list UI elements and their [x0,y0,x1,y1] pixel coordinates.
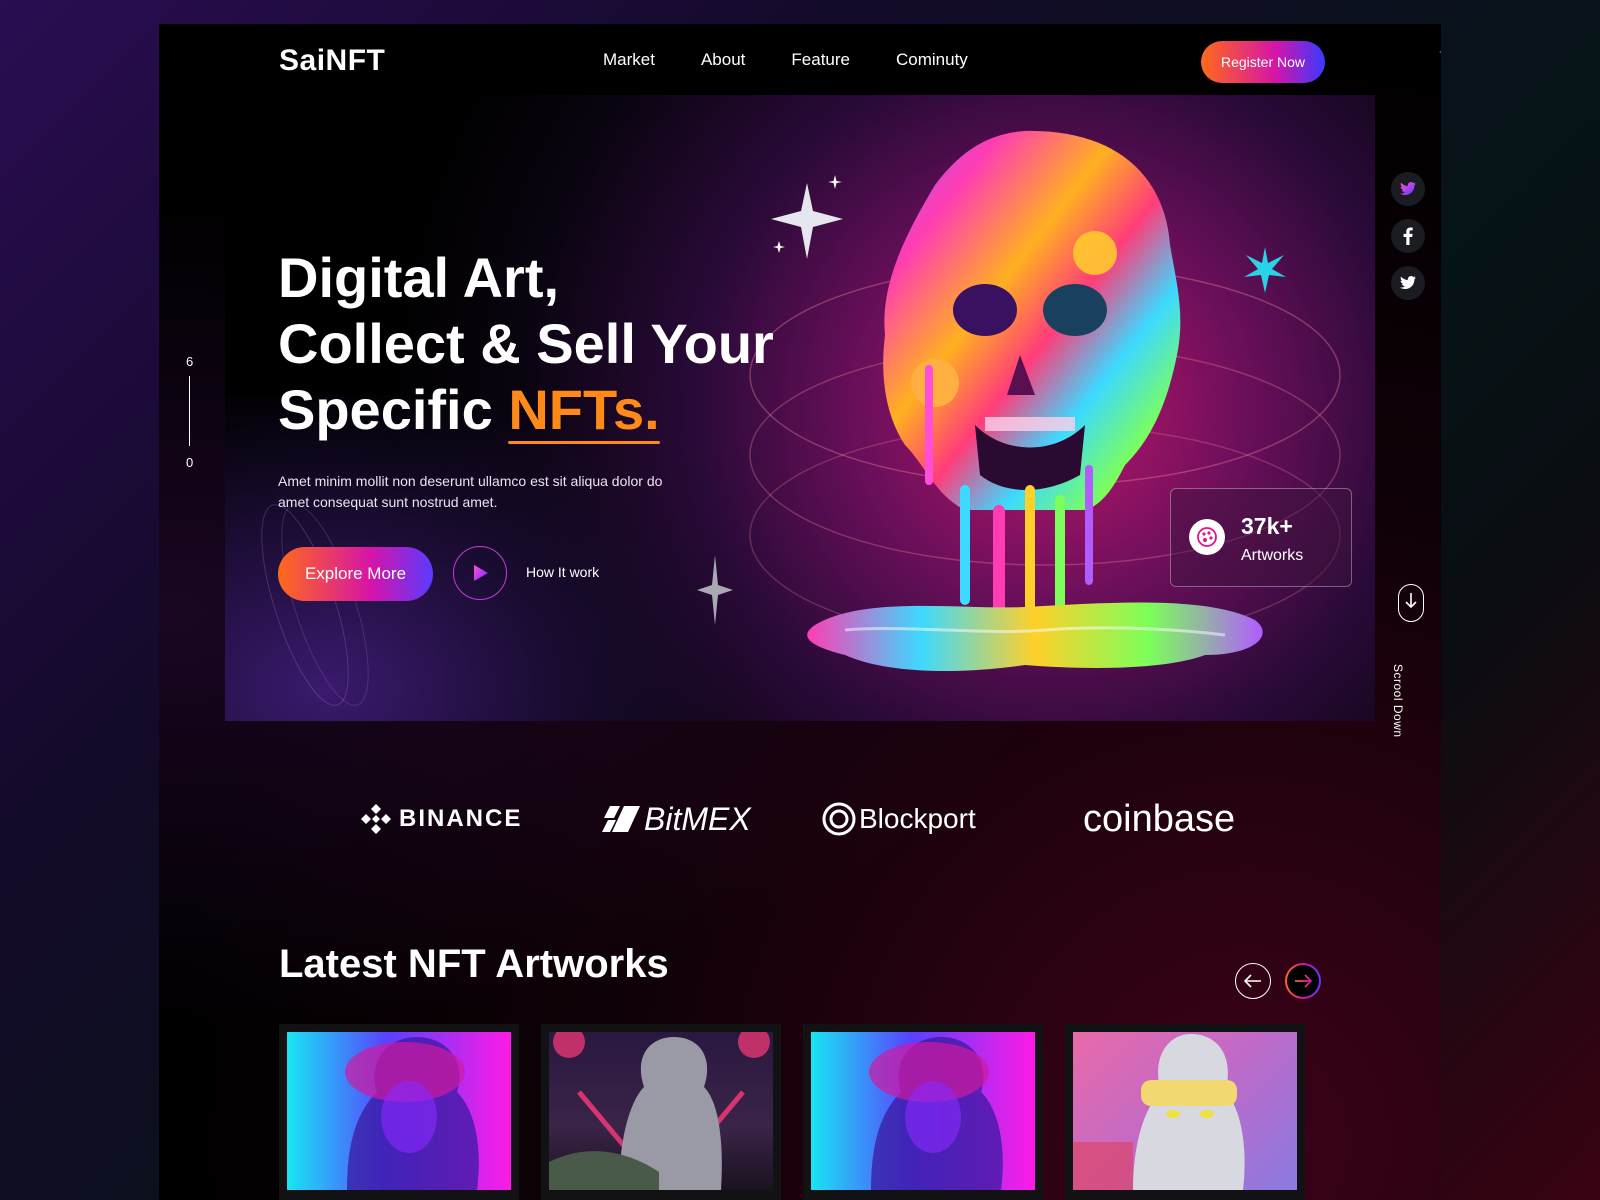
social-twitter-button-2[interactable] [1391,266,1425,300]
nav-about[interactable]: About [701,50,745,70]
landing-page: SaiNFT Market About Feature Cominuty Reg… [159,24,1441,1200]
partner-bitmex: BitMEX [602,794,751,844]
artwork-card[interactable] [803,1024,1043,1200]
artworks-stat-card: 37k+ Artworks [1170,488,1352,587]
stat-value: 37k+ [1241,513,1293,539]
twitter-icon [1400,182,1416,195]
hero-title-accent: NFTs. [508,378,660,441]
artwork-image [287,1032,511,1190]
explore-more-button[interactable]: Explore More [278,547,433,601]
artwork-card[interactable] [541,1024,781,1200]
hero-title-line1: Digital Art, [278,246,560,309]
partner-blockport: Blockport [821,794,976,844]
social-twitter-button[interactable] [1391,172,1425,206]
slide-indicator-top: 6 [186,354,194,369]
play-icon [474,565,488,581]
register-button[interactable]: Register Now [1201,41,1325,83]
nav-feature[interactable]: Feature [791,50,850,70]
carousel-prev-button[interactable] [1235,963,1271,999]
hero-banner: Digital Art, Collect & Sell Your Specifi… [225,95,1375,721]
scroll-down-label[interactable]: Scrool Down [1391,664,1405,738]
partner-logos: BINANCE BitMEX Blockport coinbase [159,794,1441,844]
partner-coinbase: coinbase [1083,797,1236,840]
artwork-card[interactable] [1065,1024,1305,1200]
partner-binance: BINANCE [359,794,522,844]
slide-indicator-line [189,376,190,446]
scroll-down-mouse-icon[interactable] [1398,584,1424,622]
hero-title-line3: Specific NFTs. [278,378,660,441]
decor-rings-left [261,504,369,706]
arrow-left-icon [1244,974,1261,988]
sparkle-icon [771,175,843,259]
arrow-right-icon [1295,974,1312,988]
nav-community[interactable]: Cominuty [896,50,968,70]
artwork-image [549,1032,773,1190]
facebook-icon [1403,227,1413,245]
play-video-button[interactable] [453,546,507,600]
hero-title-line2: Collect & Sell Your [278,312,774,375]
carousel-next-button[interactable] [1285,963,1321,999]
hero-description: Amet minim mollit non deserunt ullamco e… [278,473,663,510]
logo[interactable]: SaiNFT [279,44,385,78]
main-nav: Market About Feature Cominuty [603,50,968,70]
artwork-card[interactable] [279,1024,519,1200]
latest-artworks-title: Latest NFT Artworks [279,942,669,986]
artwork-image [811,1032,1035,1190]
blockport-logo-icon [822,802,856,836]
binance-logo-icon [361,804,391,834]
sparkle-icon [1244,247,1286,293]
bitmex-logo-icon [602,806,640,832]
melting-skull-artwork [807,130,1263,671]
social-facebook-button[interactable] [1391,219,1425,253]
stat-label: Artworks [1241,547,1304,564]
artwork-image [1073,1032,1297,1190]
sparkle-icon [1439,51,1441,53]
sparkle-icon [697,555,733,625]
slide-indicator-bottom: 0 [186,455,194,470]
palette-icon [1189,519,1225,555]
hero-title: Digital Art, Collect & Sell Your Specifi… [278,245,774,443]
how-it-work-link[interactable]: How It work [526,564,599,580]
nav-market[interactable]: Market [603,50,655,70]
twitter-icon [1400,276,1416,289]
